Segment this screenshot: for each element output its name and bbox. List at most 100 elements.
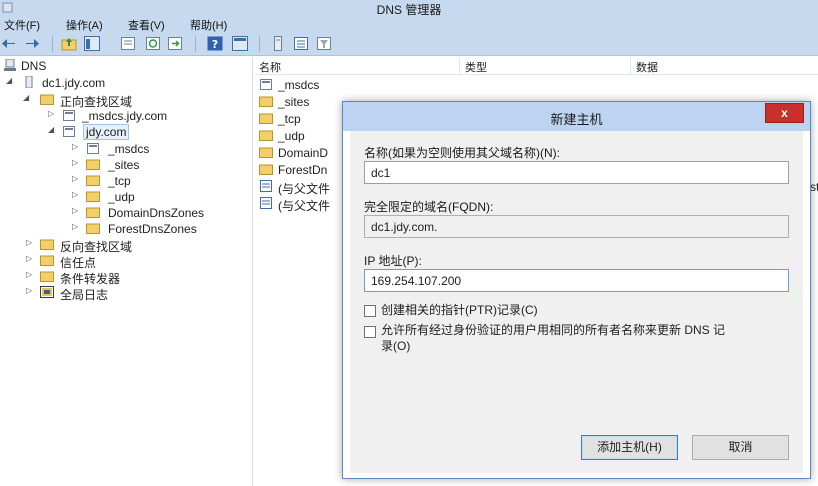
expand-icon[interactable]: ▷ xyxy=(72,222,82,231)
ip-address-label: IP 地址(P): xyxy=(364,254,422,268)
expand-icon[interactable]: ▷ xyxy=(72,206,82,215)
dialog-body: 名称(如果为空则使用其父域名称)(N): dc1 完全限定的域名(FQDN): … xyxy=(350,131,803,473)
folder-icon xyxy=(259,147,273,158)
create-ptr-checkbox[interactable] xyxy=(364,305,376,317)
collapse-icon[interactable]: ◢ xyxy=(6,76,16,85)
svg-text:?: ? xyxy=(212,38,218,51)
console-view-icon[interactable] xyxy=(232,36,248,51)
dialog-title: 新建主机 xyxy=(550,112,603,127)
column-header-data[interactable]: 数据 xyxy=(632,57,818,74)
zone-icon xyxy=(87,143,99,154)
folder-icon xyxy=(86,191,100,202)
properties-icon[interactable] xyxy=(120,36,136,51)
folder-icon xyxy=(86,207,100,218)
list-item-label: DomainD xyxy=(278,146,329,160)
expand-icon[interactable]: ▷ xyxy=(26,286,36,295)
create-ptr-label: 创建相关的指针(PTR)记录(C) xyxy=(381,303,538,317)
collapse-icon[interactable]: ◢ xyxy=(48,125,58,134)
list-item-label: (与父文件 xyxy=(278,182,330,196)
back-icon[interactable] xyxy=(1,36,17,51)
header-divider xyxy=(255,74,818,75)
list-item-label: _msdcs xyxy=(278,78,320,92)
name-label: 名称(如果为空则使用其父域名称)(N): xyxy=(364,146,560,160)
tree-label: 条件转发器 xyxy=(60,272,121,286)
allow-update-label-line2: 录(O) xyxy=(381,339,411,353)
tree-label: _msdcs xyxy=(108,142,150,156)
menu-action[interactable]: 操作(A) xyxy=(66,17,103,33)
tree-label: _udp xyxy=(108,190,135,204)
expand-icon[interactable]: ▷ xyxy=(48,109,58,118)
server-icon xyxy=(25,76,33,88)
folder-icon xyxy=(40,255,54,266)
menu-help[interactable]: 帮助(H) xyxy=(190,17,227,33)
record-icon xyxy=(260,197,272,209)
filter-icon[interactable] xyxy=(316,36,332,51)
expand-icon[interactable]: ▷ xyxy=(72,174,82,183)
column-header-name[interactable]: 名称 xyxy=(255,57,460,74)
tree-label: 正向查找区域 xyxy=(60,95,133,109)
menu-bar: 文件(F) 操作(A) 查看(V) 帮助(H) xyxy=(0,16,818,32)
folder-icon xyxy=(86,223,100,234)
toolbar-separator xyxy=(259,36,260,52)
tree-label: 反向查找区域 xyxy=(60,240,133,254)
toolbar-separator xyxy=(195,36,196,52)
tree-label: ForestDnsZones xyxy=(108,222,197,236)
collapse-icon[interactable]: ◢ xyxy=(23,93,33,102)
tree-label: _msdcs.jdy.com xyxy=(82,109,168,123)
add-host-button[interactable]: 添加主机(H) xyxy=(581,435,678,460)
console-tree: DNS ◢ dc1.jdy.com ◢ 正向查找区域 ▷ _msdcs.jdy.… xyxy=(0,57,253,486)
up-folder-icon[interactable] xyxy=(61,36,77,51)
server-icon[interactable] xyxy=(270,36,286,51)
column-header-type[interactable]: 类型 xyxy=(461,57,631,74)
folder-icon xyxy=(259,113,273,124)
tree-label: dc1.jdy.com xyxy=(42,76,106,90)
dialog-title-bar[interactable]: 新建主机 x xyxy=(343,102,810,131)
tree-label: jdy.com xyxy=(82,124,130,140)
close-button[interactable]: x xyxy=(765,103,804,123)
expand-icon[interactable]: ▷ xyxy=(72,142,82,151)
expand-icon[interactable]: ▷ xyxy=(26,270,36,279)
list-item-label: (与父文件 xyxy=(278,199,330,213)
zone-icon xyxy=(63,110,75,121)
folder-icon xyxy=(40,94,54,105)
folder-icon xyxy=(259,164,273,175)
name-input[interactable]: dc1 xyxy=(364,161,789,184)
expand-icon[interactable]: ▷ xyxy=(72,158,82,167)
menu-view[interactable]: 查看(V) xyxy=(128,17,165,33)
tree-label: 全局日志 xyxy=(60,288,109,302)
forward-icon[interactable] xyxy=(24,36,40,51)
tree-label: _tcp xyxy=(108,174,131,188)
folder-icon xyxy=(86,159,100,170)
tree-label: DNS xyxy=(21,59,47,73)
export-list-icon[interactable] xyxy=(167,36,183,51)
list-item-label: _udp xyxy=(278,129,305,143)
menu-file[interactable]: 文件(F) xyxy=(4,17,40,33)
list-item-label: _sites xyxy=(278,95,310,109)
allow-update-checkbox[interactable] xyxy=(364,326,376,338)
expand-icon[interactable]: ▷ xyxy=(26,238,36,247)
zone-icon xyxy=(63,126,75,137)
help-icon[interactable]: ? xyxy=(207,36,223,51)
cancel-button[interactable]: 取消 xyxy=(692,435,789,460)
dns-root-icon xyxy=(4,59,16,71)
ip-address-input[interactable]: 169.254.107.200 xyxy=(364,269,789,292)
record-list-icon[interactable] xyxy=(293,36,309,51)
fqdn-label: 完全限定的域名(FQDN): xyxy=(364,200,494,214)
expand-icon[interactable]: ▷ xyxy=(26,254,36,263)
show-hide-tree-icon[interactable] xyxy=(84,36,100,51)
folder-icon xyxy=(40,271,54,282)
folder-icon xyxy=(86,175,100,186)
refresh-icon[interactable] xyxy=(145,36,161,51)
toolbar: ? xyxy=(0,32,818,56)
fqdn-field: dc1.jdy.com. xyxy=(364,215,789,238)
allow-update-label-line1: 允许所有经过身份验证的用户用相同的所有者名称来更新 DNS 记 xyxy=(381,323,726,337)
event-log-icon xyxy=(40,286,54,298)
folder-icon xyxy=(40,239,54,250)
data-cell-fragment: st xyxy=(810,180,818,194)
folder-icon xyxy=(259,130,273,141)
zone-icon xyxy=(260,79,272,90)
list-item-label: ForestDn xyxy=(278,163,328,177)
folder-icon xyxy=(259,96,273,107)
tree-label: DomainDnsZones xyxy=(108,206,205,220)
expand-icon[interactable]: ▷ xyxy=(72,190,82,199)
